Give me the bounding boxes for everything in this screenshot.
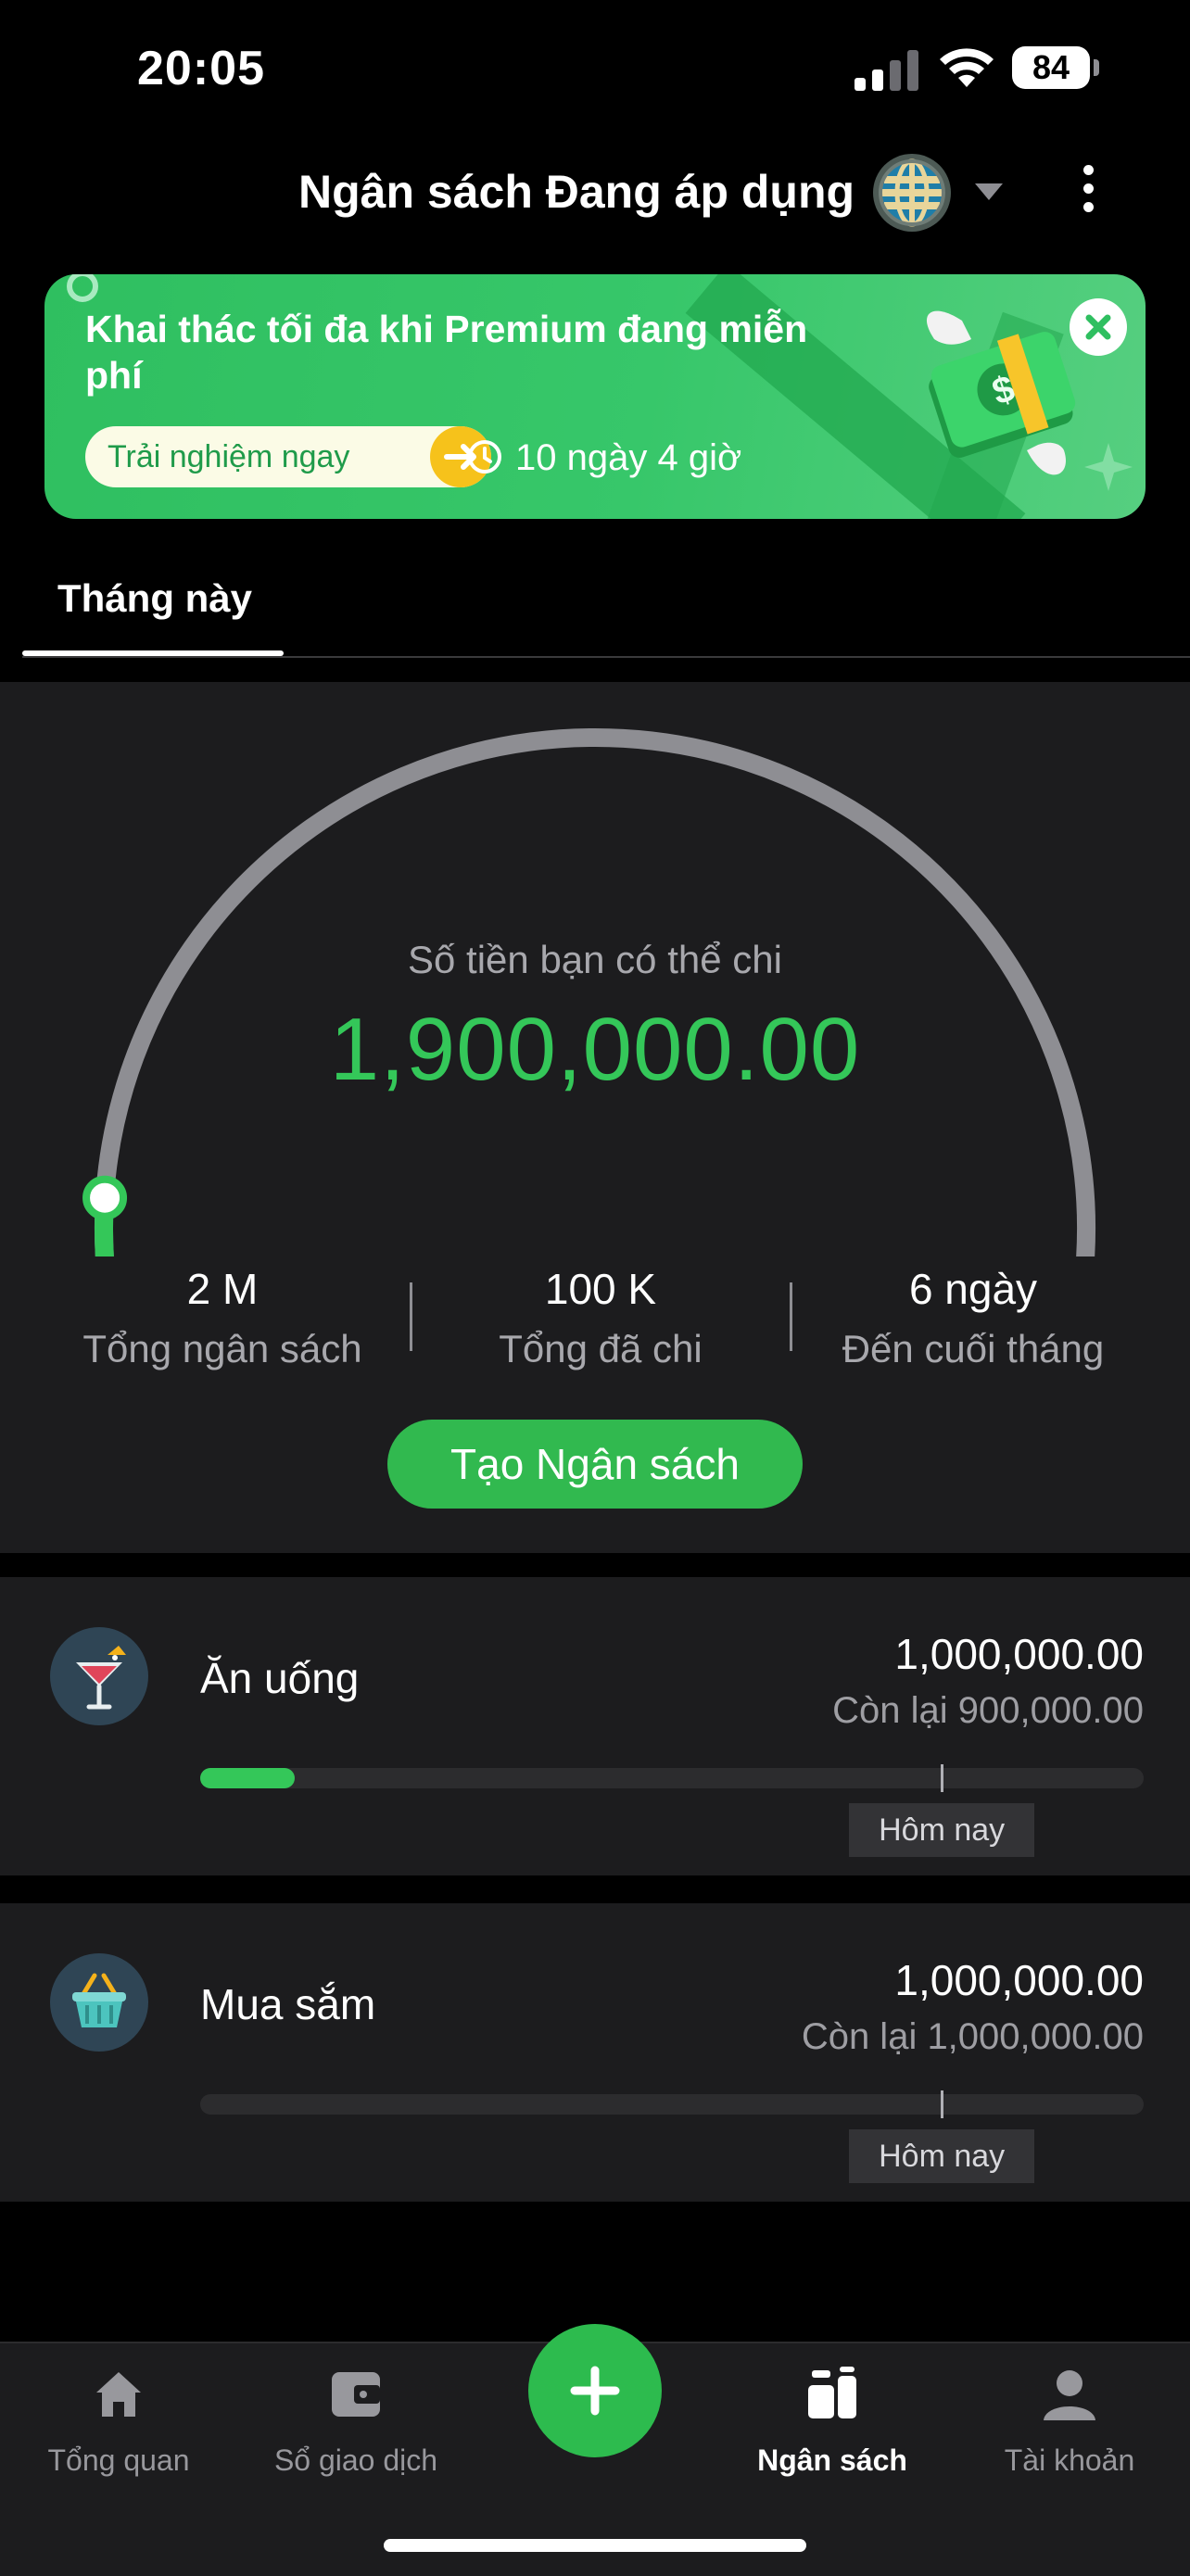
- budget-name: Ăn uống: [200, 1654, 360, 1702]
- battery-percent: 84: [1032, 48, 1070, 86]
- stat-value: 6 ngày: [908, 1265, 1038, 1313]
- ring-decoration: [67, 274, 98, 302]
- home-icon: [96, 2372, 141, 2417]
- spendable-amount: 1,900,000.00: [329, 1000, 861, 1099]
- nav-label: Ngân sách: [757, 2443, 907, 2477]
- stat-total-spent: 100 K Tổng đã chi: [413, 1264, 788, 1371]
- nav-label: Tổng quan: [47, 2443, 190, 2477]
- globe-icon[interactable]: [871, 152, 953, 234]
- nav-label: Tài khoản: [1004, 2443, 1135, 2477]
- create-budget-button[interactable]: Tạo Ngân sách: [387, 1420, 803, 1509]
- budget-remaining: Còn lại 1,000,000.00: [801, 2016, 1144, 2057]
- gauge-knob: [82, 1175, 128, 1220]
- budget-remaining: Còn lại 900,000.00: [832, 1690, 1144, 1731]
- today-label: Hôm nay: [849, 1803, 1035, 1857]
- tab-active-indicator: [22, 650, 284, 656]
- signal-icon: [855, 50, 918, 91]
- chevron-down-icon[interactable]: [973, 182, 1005, 202]
- clock-icon: [468, 440, 501, 474]
- tab-divider: [22, 656, 1190, 658]
- nav-label: Sổ giao dịch: [273, 2443, 438, 2477]
- try-now-button[interactable]: Trải nghiệm ngay: [85, 426, 491, 487]
- stat-divider: [410, 1282, 412, 1351]
- budget-icon: [808, 2367, 856, 2418]
- premium-banner[interactable]: Khai thác tối đa khi Premium đang miễn p…: [44, 274, 1146, 519]
- status-time: 20:05: [137, 42, 265, 95]
- gauge-track: [95, 728, 1095, 1256]
- battery-indicator: 84: [1012, 46, 1101, 91]
- wifi-icon: [940, 48, 994, 87]
- stat-days-left: 6 ngày Đến cuối tháng: [786, 1264, 1160, 1371]
- close-banner-button[interactable]: [1070, 298, 1127, 356]
- plus-icon: [570, 2366, 620, 2416]
- stat-label: Tổng đã chi: [499, 1327, 703, 1370]
- nav-item-budget[interactable]: Ngân sách: [721, 2365, 943, 2478]
- budget-name: Mua sắm: [200, 1980, 376, 2028]
- page-title[interactable]: Ngân sách Đang áp dụng: [298, 165, 855, 219]
- nav-item-overview[interactable]: Tổng quan: [7, 2365, 230, 2478]
- cocktail-icon: [50, 1627, 148, 1725]
- stat-label: Tổng ngân sách: [82, 1327, 362, 1370]
- nav-item-account[interactable]: Tài khoản: [958, 2365, 1181, 2478]
- budget-amount: 1,000,000.00: [894, 1630, 1144, 1678]
- wallet-icon: [332, 2372, 380, 2417]
- today-marker: [941, 2090, 944, 2118]
- today-marker: [941, 1764, 944, 1792]
- today-label: Hôm nay: [849, 2129, 1035, 2183]
- tab-this-month[interactable]: Tháng này: [57, 576, 252, 621]
- nav-item-transactions[interactable]: Sổ giao dịch: [245, 2365, 467, 2478]
- try-now-label: Trải nghiệm ngay: [108, 439, 350, 474]
- budget-progress-fill: [200, 1768, 295, 1788]
- home-indicator: [384, 2539, 806, 2552]
- banner-title: Khai thác tối đa khi Premium đang miễn p…: [85, 308, 808, 397]
- shopping-basket-icon: [50, 1953, 148, 2052]
- budget-item[interactable]: Mua sắm 1,000,000.00 Còn lại 1,000,000.0…: [0, 1903, 1190, 2202]
- stat-label: Đến cuối tháng: [842, 1327, 1105, 1370]
- budget-progress-bar: [200, 1768, 1144, 1788]
- countdown-text: 10 ngày 4 giờ: [515, 437, 742, 478]
- kebab-menu-button[interactable]: [1077, 165, 1099, 219]
- budget-item[interactable]: Ăn uống 1,000,000.00 Còn lại 900,000.00 …: [0, 1577, 1190, 1875]
- sparkle-icon: [1084, 443, 1133, 491]
- stat-value: 100 K: [544, 1265, 657, 1313]
- budget-amount: 1,000,000.00: [894, 1956, 1144, 2004]
- stat-total-budget: 2 M Tổng ngân sách: [35, 1264, 410, 1371]
- stat-value: 2 M: [186, 1265, 259, 1313]
- spendable-label: Số tiền bạn có thể chi: [408, 938, 782, 981]
- budget-progress-bar: [200, 2094, 1144, 2115]
- user-icon: [1044, 2370, 1095, 2420]
- add-transaction-button[interactable]: [528, 2324, 662, 2457]
- close-icon: [1085, 314, 1111, 340]
